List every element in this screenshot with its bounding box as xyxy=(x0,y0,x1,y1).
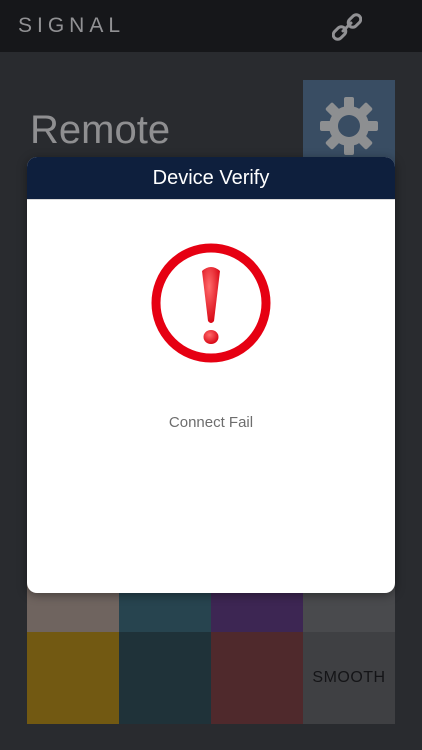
dialog-header: Device Verify xyxy=(27,157,395,200)
device-verify-dialog: Device Verify Connect Fail xyxy=(27,157,395,593)
alert-exclamation-icon xyxy=(149,241,273,365)
dialog-message: Connect Fail xyxy=(168,414,254,431)
remote-screen: SIGNAL Remote SMOOTH Device Verify Conne… xyxy=(0,0,422,750)
dialog-title: Device Verify xyxy=(152,166,270,189)
